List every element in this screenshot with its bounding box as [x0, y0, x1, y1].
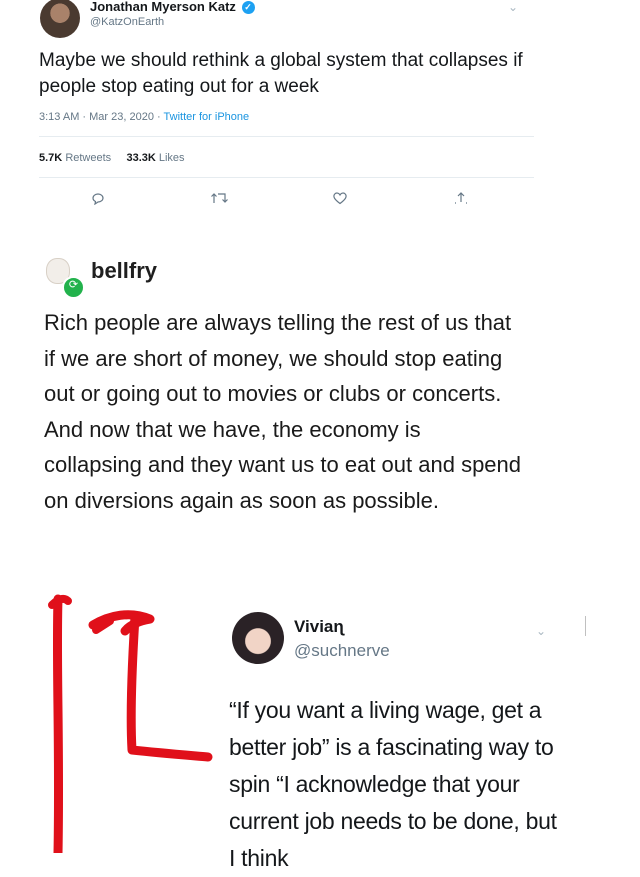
likes-stat[interactable]: 33.3K Likes [126, 152, 184, 164]
tweet-source-link[interactable]: Twitter for iPhone [164, 111, 250, 123]
tweet-timestamp: 3:13 AM · Mar 23, 2020 · Twitter for iPh… [39, 111, 249, 123]
chevron-down-icon[interactable]: ⌄ [508, 0, 518, 14]
author-handle[interactable]: @suchnerve [294, 641, 390, 661]
retweets-stat[interactable]: 5.7K Retweets [39, 152, 111, 164]
retweets-label: Retweets [65, 152, 112, 164]
blog-username[interactable]: bellfry [91, 258, 157, 284]
share-icon[interactable] [453, 191, 469, 208]
divider [39, 136, 534, 137]
tweet-text: Maybe we should rethink a global system … [39, 50, 523, 97]
red-annotation-arrow [48, 594, 213, 853]
author-name-text[interactable]: Jonathan Myerson Katz [90, 0, 236, 14]
avatar[interactable] [232, 612, 284, 664]
verified-badge-icon: ✓ [241, 1, 255, 14]
divider [39, 177, 534, 178]
retweets-count: 5.7K [39, 152, 63, 164]
divider [585, 616, 586, 636]
author-name[interactable]: Jonathan Myerson Katz ✓ [90, 0, 255, 14]
post-body: Rich people are always telling the rest … [44, 310, 522, 513]
chevron-down-icon[interactable]: ⌄ [536, 624, 546, 638]
bellfry-avatar[interactable]: ⟳ [46, 258, 85, 299]
likes-count: 33.3K [126, 152, 156, 164]
heart-icon[interactable] [332, 191, 348, 208]
author-handle[interactable]: @KatzOnEarth [90, 16, 164, 28]
likes-label: Likes [158, 152, 185, 164]
reblog-icon: ⟳ [62, 276, 85, 299]
tweet-card-katz[interactable] [0, 0, 545, 212]
timestamp-text[interactable]: 3:13 AM · Mar 23, 2020 [39, 111, 154, 123]
engagement-stats: 5.7K Retweets 33.3K Likes [39, 152, 185, 164]
reply-icon[interactable] [90, 191, 106, 208]
author-name[interactable]: Viviaɳ [294, 617, 344, 637]
tweet-text: “If you want a living wage, get a better… [229, 697, 557, 871]
separator: · [153, 111, 164, 123]
retweet-icon[interactable] [210, 191, 230, 208]
